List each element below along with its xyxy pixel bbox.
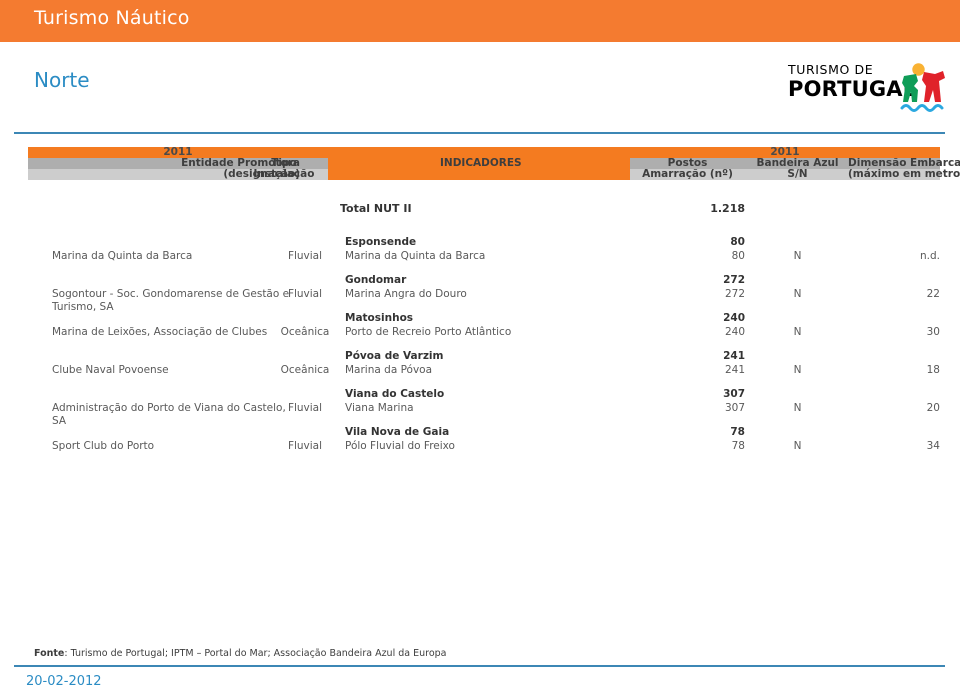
table-row: Viana do Castelo Administração do Porto … <box>0 388 960 427</box>
cell-name: Marina Angra do Douro <box>345 288 467 300</box>
cell-group: Esponsende <box>345 236 417 248</box>
table-row: Esponsende Marina da Quinta da Barca Flu… <box>0 236 960 274</box>
cell-tipo: Oceânica <box>280 326 330 338</box>
table-row: Vila Nova de Gaia Sport Club do Porto Fl… <box>0 426 960 464</box>
cell-bandeira: N <box>793 326 802 338</box>
table-row: Gondomar Sogontour - Soc. Gondomarense d… <box>0 274 960 313</box>
cell-postos: 78 <box>731 440 745 452</box>
cell-tipo: Fluvial <box>287 250 323 262</box>
cell-entity: Sogontour - Soc. Gondomarense de Gestão … <box>52 288 290 313</box>
cell-dimensao: 34 <box>926 440 940 452</box>
source-text: : Turismo de Portugal; IPTM – Portal do … <box>64 648 447 659</box>
cell-postos: 80 <box>731 250 745 262</box>
cell-entity: Administração do Porto de Viana do Caste… <box>52 402 286 427</box>
cell-postos: 241 <box>724 364 745 376</box>
cell-dimensao: n.d. <box>920 250 940 262</box>
cell-entity: Marina da Quinta da Barca <box>52 250 193 262</box>
cell-bandeira: N <box>793 250 802 262</box>
header-instalacao: Instalação <box>253 168 315 180</box>
total-label: Total NUT II <box>340 202 412 215</box>
logo-line2: PORTUGAL <box>788 76 917 101</box>
cell-tipo: Fluvial <box>287 440 323 452</box>
header-divider <box>14 132 945 134</box>
table-body: Esponsende Marina da Quinta da Barca Flu… <box>0 236 960 464</box>
cell-entity: Clube Naval Povoense <box>52 364 169 376</box>
logo-wordmark: TURISMO DE PORTUGAL <box>788 62 917 101</box>
cell-name: Marina da Quinta da Barca <box>345 250 486 262</box>
source-note: Fonte: Turismo de Portugal; IPTM – Porta… <box>34 648 447 659</box>
portugal-figure-icon <box>900 63 945 112</box>
cell-dimensao: 22 <box>926 288 940 300</box>
table-row: Matosinhos Marina de Leixões, Associação… <box>0 312 960 350</box>
cell-postos-total: 307 <box>723 388 745 400</box>
cell-tipo: Fluvial <box>287 402 323 414</box>
source-label: Fonte <box>34 648 65 659</box>
cell-dimensao: 30 <box>926 326 940 338</box>
cell-bandeira: N <box>793 440 802 452</box>
cell-postos: 240 <box>724 326 745 338</box>
title-bar: Turismo Náutico <box>0 0 960 42</box>
cell-postos: 272 <box>724 288 745 300</box>
cell-postos-total: 78 <box>730 426 745 438</box>
cell-group: Póvoa de Varzim <box>345 350 444 362</box>
cell-postos-total: 80 <box>730 236 745 248</box>
total-row: Total NUT II 1.218 <box>0 202 960 218</box>
header-maximo: (máximo em metros) <box>848 168 960 180</box>
table-header: 2011 Entidade Promotora (designação) Tip… <box>0 147 960 180</box>
header-sn: S/N <box>787 168 808 180</box>
cell-dimensao: 18 <box>926 364 940 376</box>
cell-name: Viana Marina <box>345 402 414 414</box>
cell-bandeira: N <box>793 364 802 376</box>
cell-postos: 307 <box>724 402 745 414</box>
total-value: 1.218 <box>710 202 745 215</box>
cell-group: Gondomar <box>345 274 407 286</box>
cell-name: Marina da Póvoa <box>345 364 433 376</box>
turismo-de-portugal-logo: TURISMO DE PORTUGAL <box>788 62 948 118</box>
logo-line1: TURISMO DE <box>788 62 874 77</box>
cell-entity: Marina de Leixões, Associação de Clubes <box>52 326 268 338</box>
cell-bandeira: N <box>793 288 802 300</box>
cell-postos-total: 240 <box>723 312 745 324</box>
cell-entity: Sport Club do Porto <box>52 440 155 452</box>
cell-tipo: Fluvial <box>287 288 323 300</box>
cell-tipo: Oceânica <box>280 364 330 376</box>
page-title: Turismo Náutico <box>34 7 190 29</box>
cell-group: Viana do Castelo <box>345 388 445 400</box>
cell-group: Vila Nova de Gaia <box>345 426 450 438</box>
cell-dimensao: 20 <box>926 402 940 414</box>
cell-name: Pólo Fluvial do Freixo <box>345 440 455 452</box>
footer-divider <box>14 665 945 667</box>
table-row: Póvoa de Varzim Clube Naval Povoense Oce… <box>0 350 960 388</box>
date-stamp: 20-02-2012 <box>26 674 102 689</box>
cell-postos-total: 241 <box>723 350 745 362</box>
header-amarracao: Amarração (nº) <box>642 168 733 180</box>
cell-name: Porto de Recreio Porto Atlântico <box>345 326 512 338</box>
cell-bandeira: N <box>793 402 802 414</box>
header-indicadores: INDICADORES <box>440 157 522 169</box>
region-title: Norte <box>34 68 90 92</box>
cell-group: Matosinhos <box>345 312 414 324</box>
cell-postos-total: 272 <box>723 274 745 286</box>
